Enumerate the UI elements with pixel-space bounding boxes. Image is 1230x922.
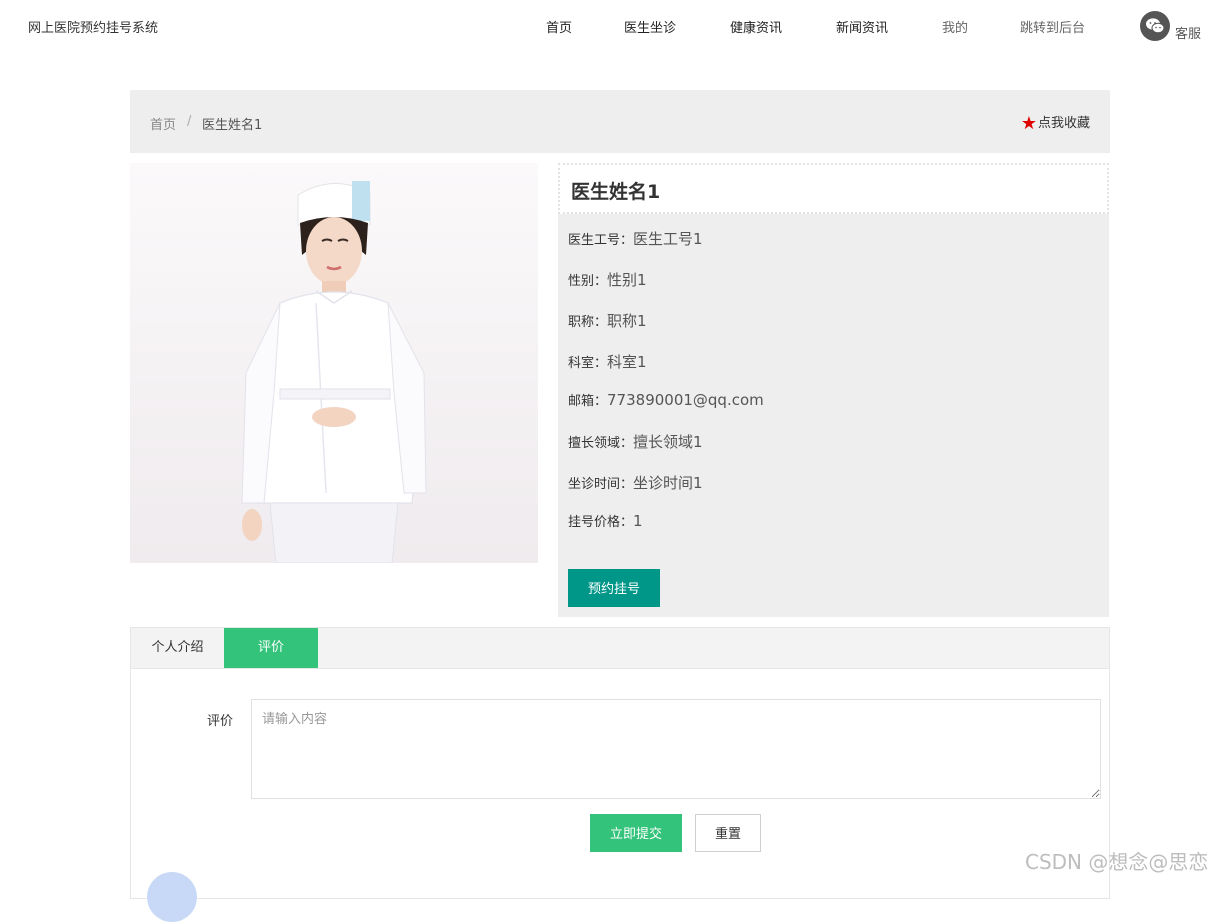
field-specialty: 擅长领域：擅长领域1 xyxy=(568,433,703,451)
doctor-info-panel: 医生姓名1 医生工号：医生工号1 性别：性别1 职称：职称1 科室：科室1 邮箱… xyxy=(558,163,1109,617)
tab-bar: 个人介绍 评价 xyxy=(131,628,1109,669)
watermark: CSDN @想念@思恋 xyxy=(1025,850,1209,874)
doctor-name: 医生姓名1 xyxy=(571,181,661,203)
breadcrumb-separator: / xyxy=(187,114,192,129)
reset-button[interactable]: 重置 xyxy=(695,814,761,852)
favorite-button[interactable]: ★点我收藏 xyxy=(1021,112,1090,134)
nav-home[interactable]: 首页 xyxy=(546,17,572,36)
breadcrumb: 首页 / 医生姓名1 ★点我收藏 xyxy=(130,90,1110,153)
breadcrumb-current: 医生姓名1 xyxy=(202,118,263,133)
tab-intro[interactable]: 个人介绍 xyxy=(131,628,224,668)
review-textarea[interactable] xyxy=(251,699,1101,799)
field-email: 邮箱：773890001@qq.com xyxy=(568,391,764,409)
site-title[interactable]: 网上医院预约挂号系统 xyxy=(28,17,158,36)
book-appointment-button[interactable]: 预约挂号 xyxy=(568,569,660,607)
nav-mine[interactable]: 我的 xyxy=(942,17,968,36)
field-doctor-id: 医生工号：医生工号1 xyxy=(568,230,703,248)
field-department: 科室：科室1 xyxy=(568,353,647,371)
field-title: 职称：职称1 xyxy=(568,312,647,330)
star-icon: ★ xyxy=(1020,113,1037,134)
nav-health-info[interactable]: 健康资讯 xyxy=(730,17,782,36)
avatar xyxy=(147,872,197,922)
submit-button[interactable]: 立即提交 xyxy=(590,814,682,852)
breadcrumb-home[interactable]: 首页 xyxy=(150,114,176,133)
customer-service-label[interactable]: 客服 xyxy=(1175,23,1201,42)
field-price: 挂号价格：1 xyxy=(568,512,643,530)
field-clinic-time: 坐诊时间：坐诊时间1 xyxy=(568,474,703,492)
nav-doctor-clinic[interactable]: 医生坐诊 xyxy=(624,17,676,36)
nav-news[interactable]: 新闻资讯 xyxy=(836,17,888,36)
doctor-photo xyxy=(130,163,538,563)
wechat-icon[interactable] xyxy=(1140,11,1170,41)
field-gender: 性别：性别1 xyxy=(568,271,647,289)
top-navbar: 网上医院预约挂号系统 首页 医生坐诊 健康资讯 新闻资讯 我的 跳转到后台 客服 xyxy=(0,0,1230,52)
favorite-label: 点我收藏 xyxy=(1037,116,1090,131)
review-label: 评价 xyxy=(207,714,234,729)
tab-review[interactable]: 评价 xyxy=(224,628,318,668)
doctor-name-header: 医生姓名1 xyxy=(558,163,1109,214)
nav-go-admin[interactable]: 跳转到后台 xyxy=(1020,17,1085,36)
detail-tabs-card: 个人介绍 评价 评价 立即提交 重置 xyxy=(130,627,1110,922)
